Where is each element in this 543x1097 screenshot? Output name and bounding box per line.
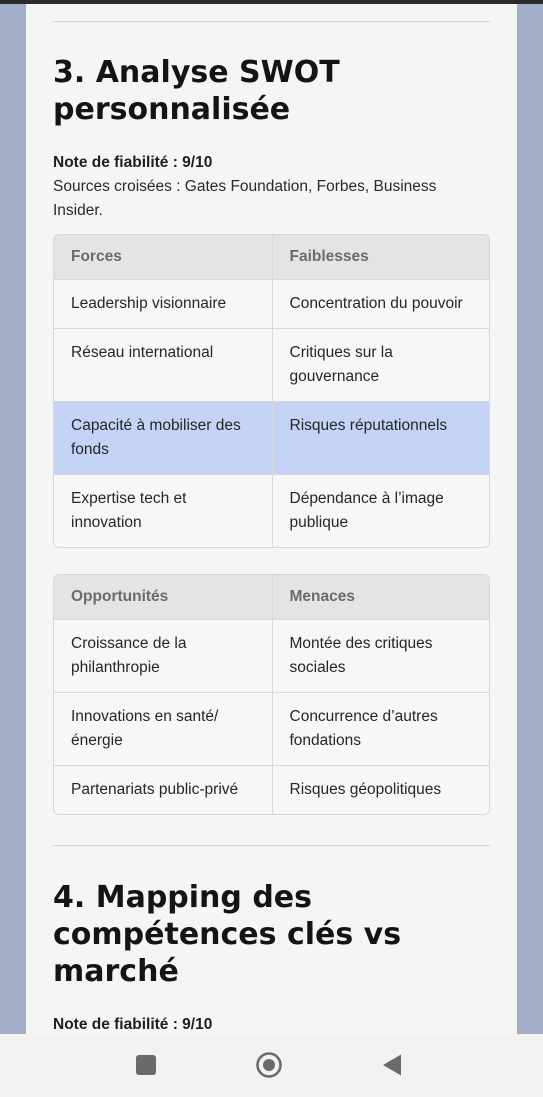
header-opportunites: Opportunités — [54, 575, 272, 619]
table-cell: Risques réputationnels — [271, 402, 489, 474]
table-cell: Expertise tech et innovation — [71, 490, 187, 531]
table-cell: Concurrence d’autres fondations — [271, 693, 490, 765]
table-cell: Critiques sur la gouvernance — [271, 329, 490, 401]
table-cell: Montée des critiques sociales — [271, 620, 490, 692]
table-row: Croissance de la philanthropie Montée de… — [54, 619, 489, 692]
header-menaces: Menaces — [271, 575, 489, 619]
table-row: Expertise tech et innovation Dépendance … — [54, 474, 489, 547]
table-header-row: Opportunités Menaces — [54, 575, 489, 619]
table-cell: Concentration du pouvoir — [271, 280, 490, 328]
table-cell: Croissance de la philanthropie — [71, 635, 187, 676]
table-cell: Innovations en santé/ énergie — [71, 708, 219, 749]
home-icon — [256, 1052, 282, 1078]
table-row: Leadership visionnaire Concentration du … — [54, 279, 489, 328]
table-cell: Risques géopolitiques — [271, 766, 490, 814]
table-row: Partenariats public-privé Risques géopol… — [54, 765, 489, 814]
table-cell: Partenariats public-privé — [71, 781, 239, 798]
table-cell: Capacité à mobiliser des fonds — [54, 402, 272, 474]
recent-apps-button[interactable] — [131, 1050, 161, 1080]
back-button[interactable] — [377, 1050, 407, 1080]
divider-top — [53, 21, 490, 22]
table-row-highlighted: Capacité à mobiliser des fonds Risques r… — [54, 401, 489, 474]
navigation-bar — [0, 1034, 543, 1097]
section-3-sources: Sources croisées : Gates Foundation, For… — [53, 178, 437, 219]
header-forces: Forces — [54, 235, 272, 279]
swot-table-opportunities-threats: Opportunités Menaces Croissance de la ph… — [53, 574, 490, 815]
swot-table-strengths-weaknesses: Forces Faiblesses Leadership visionnaire… — [53, 234, 490, 548]
section-3-reliability: Note de fiabilité : 9/10 — [53, 154, 213, 171]
section-4-reliability: Note de fiabilité : 9/10 — [53, 1016, 213, 1033]
table-cell: Dépendance à l’image publique — [271, 475, 490, 547]
table-row: Innovations en santé/ énergie Concurrenc… — [54, 692, 489, 765]
home-button[interactable] — [254, 1050, 284, 1080]
section-3-title: 3. Analyse SWOT personnalisée — [53, 55, 340, 127]
header-faiblesses: Faiblesses — [271, 235, 489, 279]
table-row: Réseau international Critiques sur la go… — [54, 328, 489, 401]
table-cell: Leadership visionnaire — [71, 295, 227, 312]
table-header-row: Forces Faiblesses — [54, 235, 489, 279]
table-cell: Réseau international — [71, 344, 214, 361]
divider-middle — [53, 845, 490, 846]
recent-apps-icon — [136, 1055, 156, 1075]
back-icon — [383, 1054, 401, 1076]
document-page: 3. Analyse SWOT personnalisée Note de fi… — [26, 4, 517, 1034]
section-4-title: 4. Mapping des compétences clés vs march… — [53, 880, 402, 989]
